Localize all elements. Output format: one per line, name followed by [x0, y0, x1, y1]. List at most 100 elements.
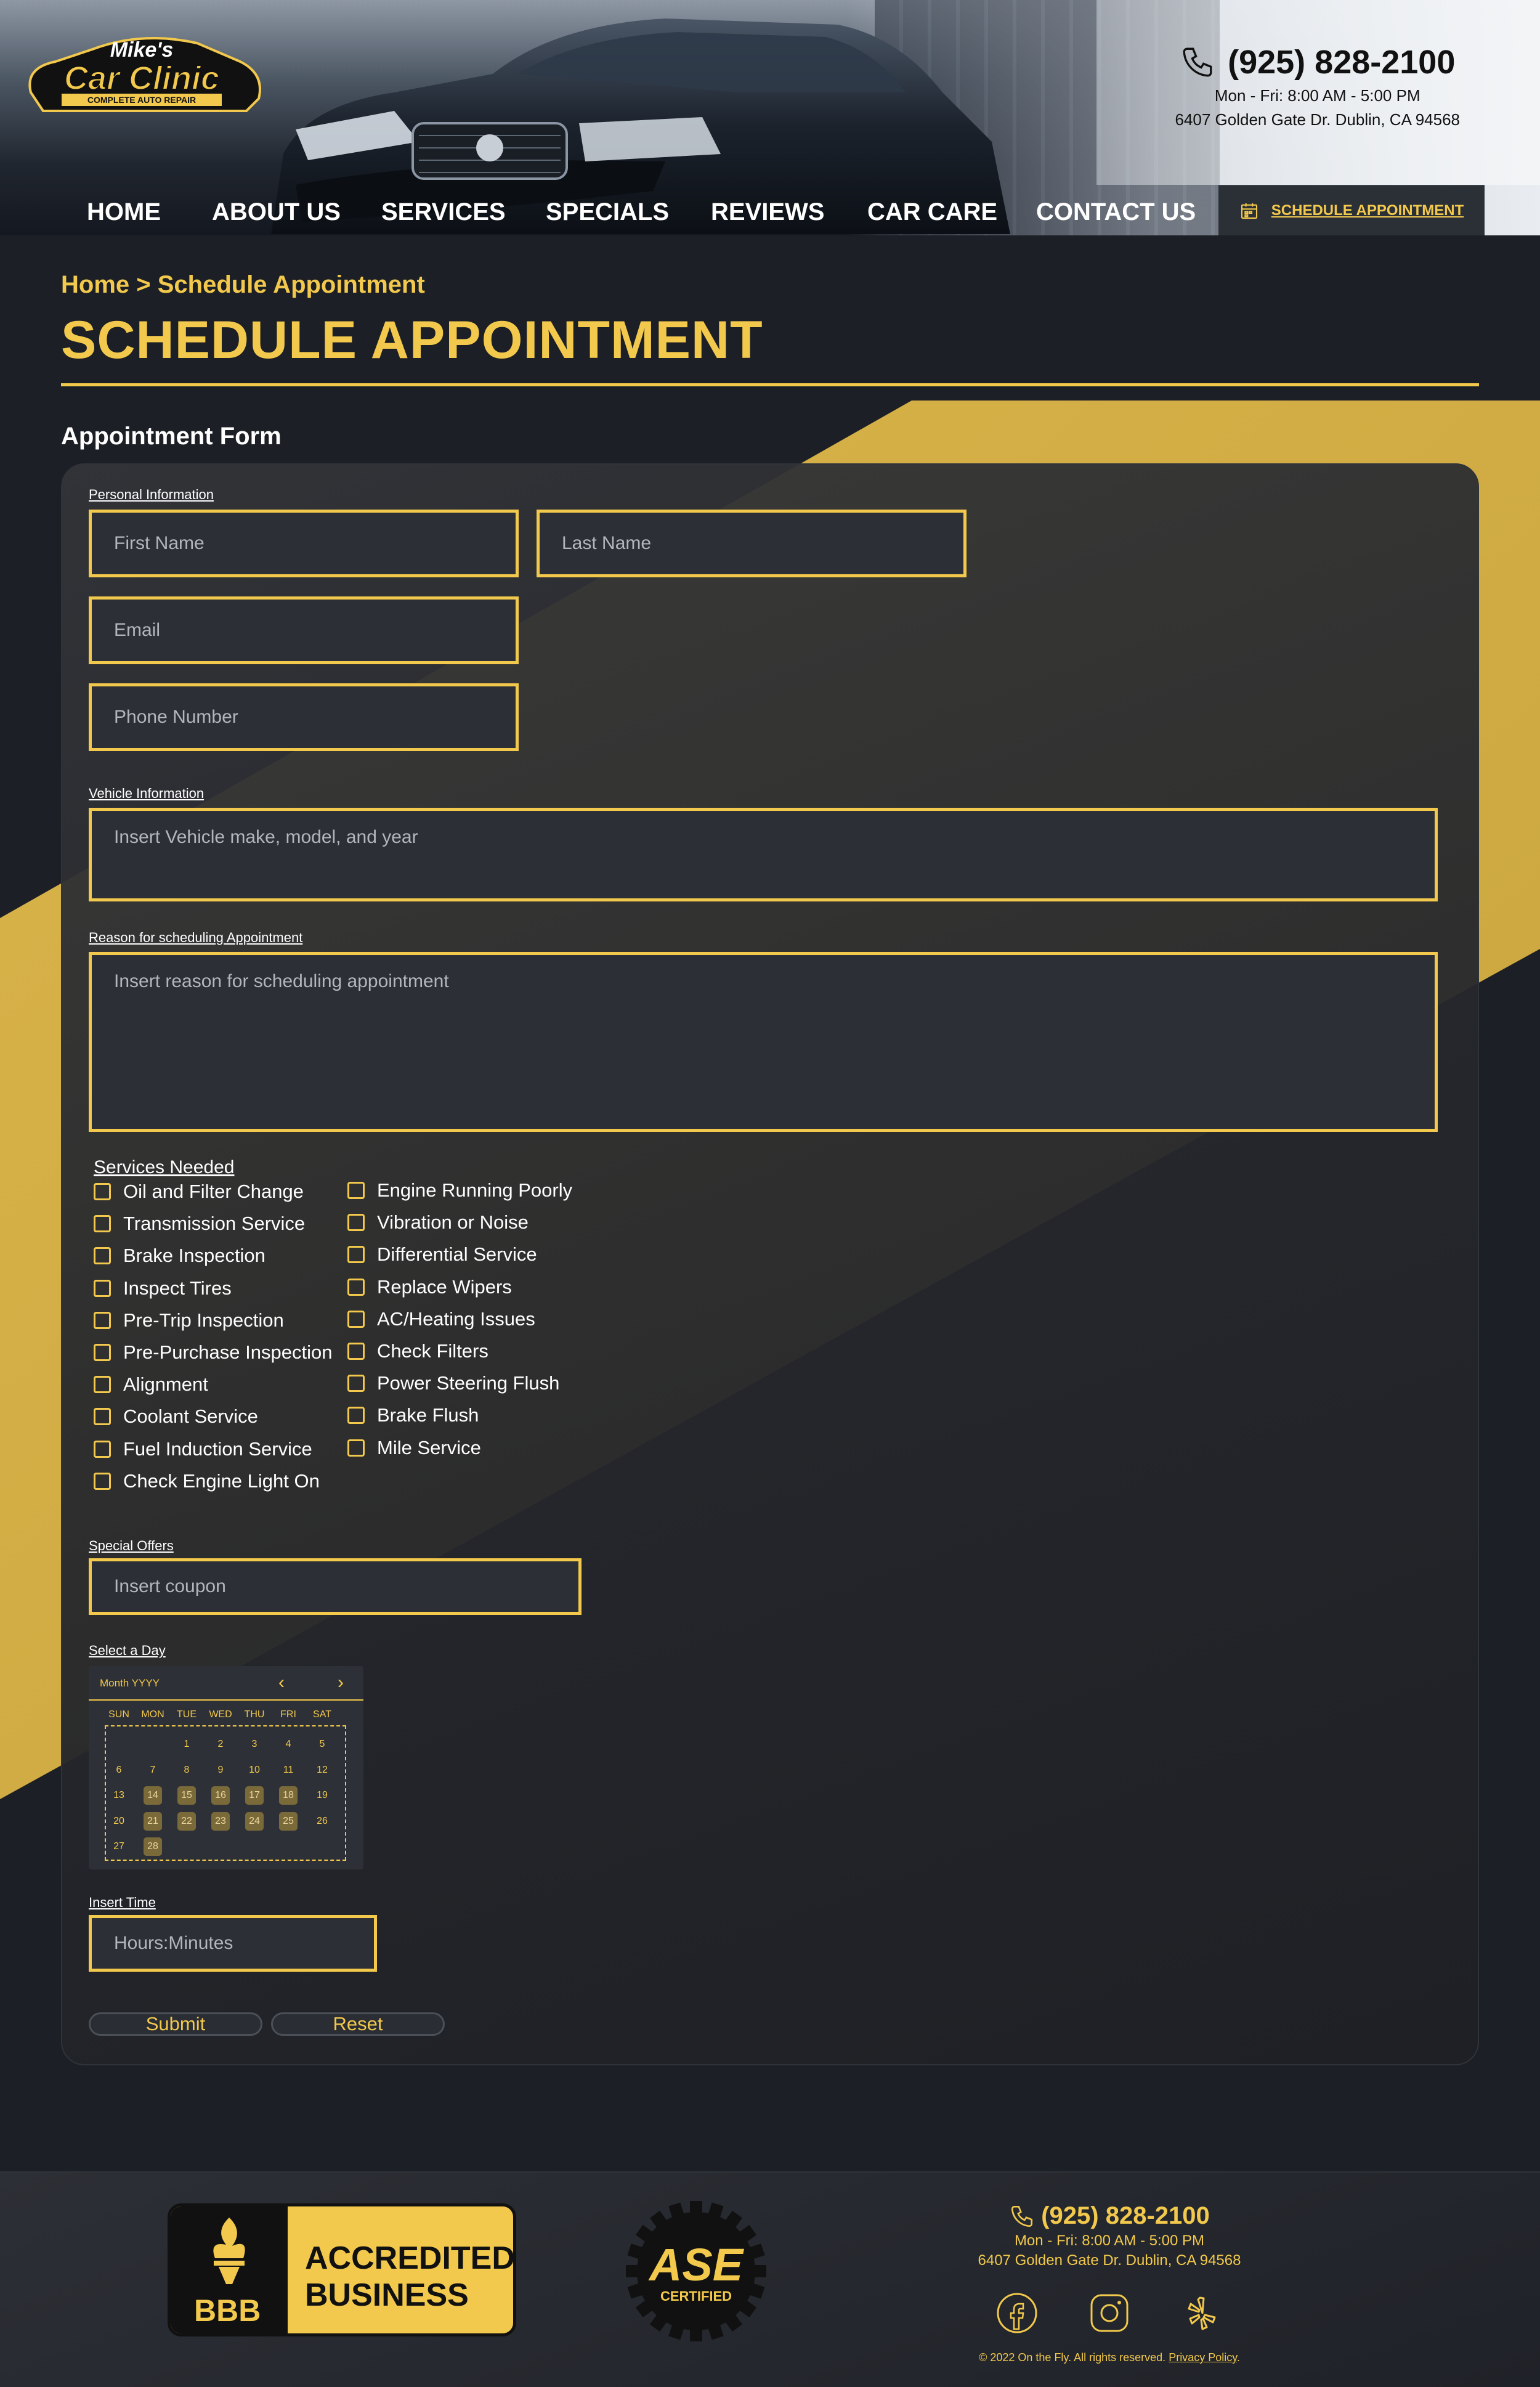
calendar-day[interactable]: 26 [313, 1812, 331, 1831]
nav-about-us[interactable]: ABOUT US [212, 198, 341, 226]
instagram-icon[interactable] [1088, 2291, 1131, 2335]
service-option[interactable]: Engine Running Poorly [347, 1179, 572, 1202]
service-option[interactable]: Pre-Trip Inspection [94, 1309, 284, 1332]
service-label: Coolant Service [123, 1405, 258, 1428]
service-checkbox[interactable] [347, 1246, 365, 1264]
footer-contact: (925) 828-2100 Mon - Fri: 8:00 AM - 5:00… [903, 2202, 1316, 2335]
service-checkbox[interactable] [347, 1214, 365, 1232]
service-option[interactable]: Pre-Purchase Inspection [94, 1341, 332, 1364]
calendar-day[interactable]: 28 [144, 1837, 162, 1856]
service-checkbox[interactable] [94, 1247, 111, 1265]
facebook-icon[interactable] [995, 2291, 1039, 2335]
ase-certified-badge[interactable]: ASE CERTIFIED [622, 2197, 770, 2345]
service-checkbox[interactable] [94, 1311, 111, 1329]
footer-phone[interactable]: (925) 828-2100 [903, 2202, 1316, 2230]
email-input[interactable] [89, 596, 519, 664]
service-option[interactable]: Alignment [94, 1373, 208, 1396]
service-checkbox[interactable] [94, 1440, 111, 1458]
calendar-day[interactable]: 21 [144, 1812, 162, 1831]
service-checkbox[interactable] [347, 1182, 365, 1199]
service-checkbox[interactable] [94, 1376, 111, 1394]
calendar-day[interactable]: 23 [211, 1812, 230, 1831]
first-name-input[interactable] [89, 510, 519, 577]
calendar-day[interactable]: 6 [110, 1761, 128, 1779]
submit-button[interactable]: Submit [89, 2012, 262, 2036]
schedule-appointment-button[interactable]: SCHEDULE APPOINTMENT [1218, 185, 1485, 235]
calendar-day[interactable]: 2 [211, 1735, 230, 1754]
service-checkbox[interactable] [94, 1215, 111, 1233]
header-phone[interactable]: (925) 828-2100 [1175, 43, 1460, 81]
bbb-badge[interactable]: BBB ACCREDITED BUSINESS [168, 2203, 516, 2336]
calendar-day[interactable]: 8 [177, 1761, 196, 1779]
service-option[interactable]: Check Engine Light On [94, 1470, 320, 1492]
service-option[interactable]: Check Filters [347, 1340, 488, 1362]
chevron-left-icon[interactable]: ‹ [278, 1673, 285, 1692]
calendar-day[interactable]: 7 [144, 1761, 162, 1779]
yelp-icon[interactable] [1180, 2291, 1223, 2335]
service-option[interactable]: Brake Inspection [94, 1245, 265, 1267]
nav-contact-us[interactable]: CONTACT US [1036, 198, 1196, 226]
service-checkbox[interactable] [347, 1439, 365, 1457]
breadcrumb[interactable]: Home > Schedule Appointment [61, 271, 425, 299]
calendar-day[interactable]: 19 [313, 1786, 331, 1805]
service-checkbox[interactable] [94, 1183, 111, 1200]
calendar-day[interactable]: 13 [110, 1786, 128, 1805]
calendar-day[interactable]: 9 [211, 1761, 230, 1779]
chevron-right-icon[interactable]: › [338, 1673, 344, 1692]
service-option[interactable]: AC/Heating Issues [347, 1308, 535, 1330]
last-name-input[interactable] [537, 510, 967, 577]
calendar-day[interactable]: 3 [245, 1735, 264, 1754]
service-checkbox[interactable] [94, 1472, 111, 1490]
service-option[interactable]: Brake Flush [347, 1404, 479, 1426]
calendar-day[interactable]: 5 [313, 1735, 331, 1754]
vehicle-info-input[interactable] [89, 808, 1438, 901]
calendar-day[interactable]: 20 [110, 1812, 128, 1831]
reason-input[interactable] [89, 952, 1438, 1132]
service-option[interactable]: Replace Wipers [347, 1276, 512, 1298]
ase-text: ASE [648, 2239, 745, 2290]
service-option[interactable]: Vibration or Noise [347, 1211, 529, 1234]
coupon-input[interactable] [89, 1558, 582, 1615]
calendar-day[interactable]: 24 [245, 1812, 264, 1831]
service-checkbox[interactable] [347, 1375, 365, 1393]
header-hours: Mon - Fri: 8:00 AM - 5:00 PM [1214, 86, 1420, 105]
service-checkbox[interactable] [347, 1310, 365, 1328]
privacy-policy-link[interactable]: Privacy Policy [1169, 2351, 1237, 2364]
nav-car-care[interactable]: CAR CARE [867, 198, 997, 226]
service-option[interactable]: Fuel Induction Service [94, 1438, 312, 1460]
calendar-day[interactable]: 10 [245, 1761, 264, 1779]
calendar-day[interactable]: 11 [279, 1761, 298, 1779]
service-option[interactable]: Mile Service [347, 1437, 481, 1459]
service-option[interactable]: Oil and Filter Change [94, 1181, 304, 1203]
service-checkbox[interactable] [347, 1278, 365, 1296]
service-checkbox[interactable] [94, 1408, 111, 1426]
service-option[interactable]: Inspect Tires [94, 1277, 232, 1299]
service-option[interactable]: Power Steering Flush [347, 1372, 559, 1394]
nav-home[interactable]: HOME [87, 198, 161, 226]
calendar-day[interactable]: 27 [110, 1837, 128, 1856]
reset-button[interactable]: Reset [271, 2012, 445, 2036]
time-input[interactable] [89, 1915, 377, 1972]
calendar-day[interactable]: 22 [177, 1812, 196, 1831]
service-option[interactable]: Coolant Service [94, 1405, 258, 1428]
service-option[interactable]: Differential Service [347, 1243, 537, 1266]
service-checkbox[interactable] [94, 1344, 111, 1361]
calendar-day[interactable]: 18 [279, 1786, 298, 1805]
calendar-day[interactable]: 12 [313, 1761, 331, 1779]
calendar-day[interactable]: 4 [279, 1735, 298, 1754]
nav-specials[interactable]: SPECIALS [546, 198, 669, 226]
calendar-day[interactable]: 14 [144, 1786, 162, 1805]
service-checkbox[interactable] [347, 1343, 365, 1360]
bbb-line2: BUSINESS [305, 2277, 469, 2313]
calendar-day[interactable]: 16 [211, 1786, 230, 1805]
service-option[interactable]: Transmission Service [94, 1213, 305, 1235]
calendar-day[interactable]: 25 [279, 1812, 298, 1831]
nav-services[interactable]: SERVICES [381, 198, 506, 226]
service-checkbox[interactable] [94, 1279, 111, 1297]
phone-number-input[interactable] [89, 683, 519, 751]
calendar-day[interactable]: 17 [245, 1786, 264, 1805]
calendar-day[interactable]: 1 [177, 1735, 196, 1754]
calendar-day[interactable]: 15 [177, 1786, 196, 1805]
service-checkbox[interactable] [347, 1407, 365, 1425]
nav-reviews[interactable]: REVIEWS [711, 198, 824, 226]
